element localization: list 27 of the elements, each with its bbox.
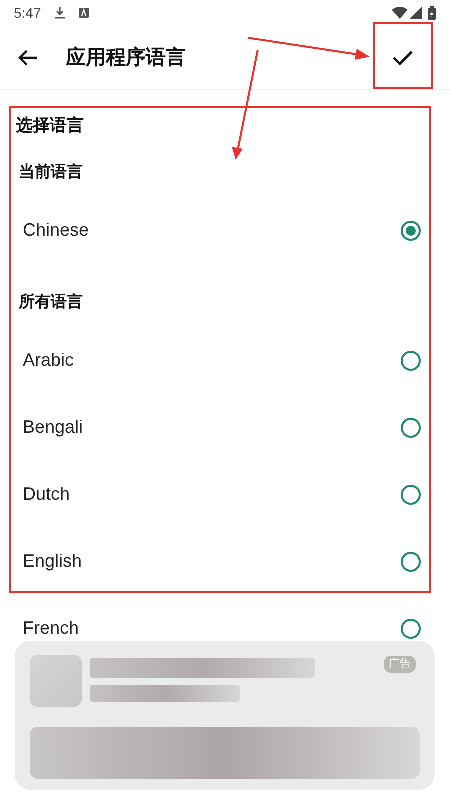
language-name: Bengali <box>23 416 84 439</box>
check-icon <box>393 50 413 66</box>
radio-button[interactable] <box>401 350 421 370</box>
radio-button[interactable] <box>401 618 421 638</box>
ad-image-placeholder <box>30 655 82 707</box>
language-name: Chinese <box>23 219 90 242</box>
download-icon <box>55 7 66 19</box>
radio-button[interactable] <box>401 552 421 572</box>
notification-icon <box>79 8 90 18</box>
section-title: 所有语言 <box>19 292 84 313</box>
signal-icon <box>410 7 422 19</box>
language-name: Dutch <box>23 483 70 506</box>
language-name: Arabic <box>23 349 74 372</box>
battery-icon <box>428 6 436 20</box>
radio-button[interactable] <box>401 220 421 240</box>
section-heading: 选择语言 <box>16 115 85 137</box>
radio-button[interactable] <box>401 484 421 504</box>
status-time: 5:47 <box>14 4 42 22</box>
radio-button[interactable] <box>401 418 421 438</box>
section-title: 当前语言 <box>19 162 84 183</box>
annotation-frame <box>373 22 433 89</box>
ad-badge: 广告 <box>384 656 416 673</box>
wifi-icon <box>392 7 408 19</box>
language-name: French <box>23 617 80 640</box>
language-name: English <box>23 550 82 573</box>
back-icon <box>18 48 38 66</box>
page-title: 应用程序语言 <box>66 46 186 70</box>
